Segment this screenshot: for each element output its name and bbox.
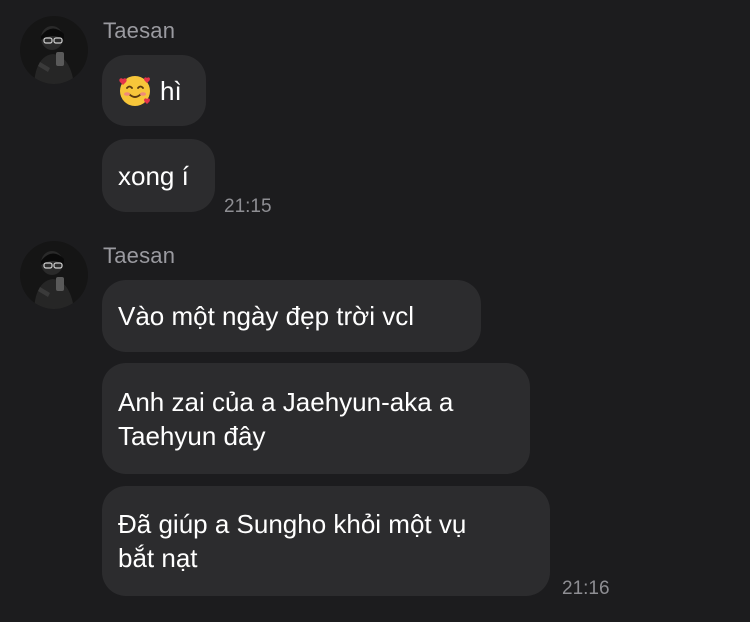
sender-name: Taesan xyxy=(103,243,176,268)
message-text: Anh zai của a Jaehyun-aka a Taehyun đây xyxy=(118,386,454,451)
message-text: Vào một ngày đẹp trời vcl xyxy=(118,301,414,331)
timestamp: 21:15 xyxy=(224,196,272,217)
timestamp: 21:16 xyxy=(562,578,610,599)
message-bubble[interactable]: Vào một ngày đẹp trời vcl xyxy=(102,280,481,352)
message-bubble[interactable]: Anh zai của a Jaehyun-aka a Taehyun đây xyxy=(102,363,530,474)
sender-name: Taesan xyxy=(103,18,176,43)
avatar[interactable] xyxy=(20,16,88,84)
avatar[interactable] xyxy=(20,241,88,309)
message-text: Đã giúp a Sungho khỏi một vụ bắt nạt xyxy=(118,509,467,573)
avatar-photo-icon xyxy=(20,241,88,309)
message-bubble[interactable]: xong í xyxy=(102,139,215,212)
message-bubble[interactable]: Đã giúp a Sungho khỏi một vụ bắt nạt xyxy=(102,486,550,596)
message-text: hì xyxy=(160,75,182,106)
avatar-photo-icon xyxy=(20,16,88,84)
message-text: xong í xyxy=(118,160,189,191)
message-bubble[interactable]: hì xyxy=(102,55,206,126)
smiling-face-with-hearts-icon xyxy=(119,75,150,106)
